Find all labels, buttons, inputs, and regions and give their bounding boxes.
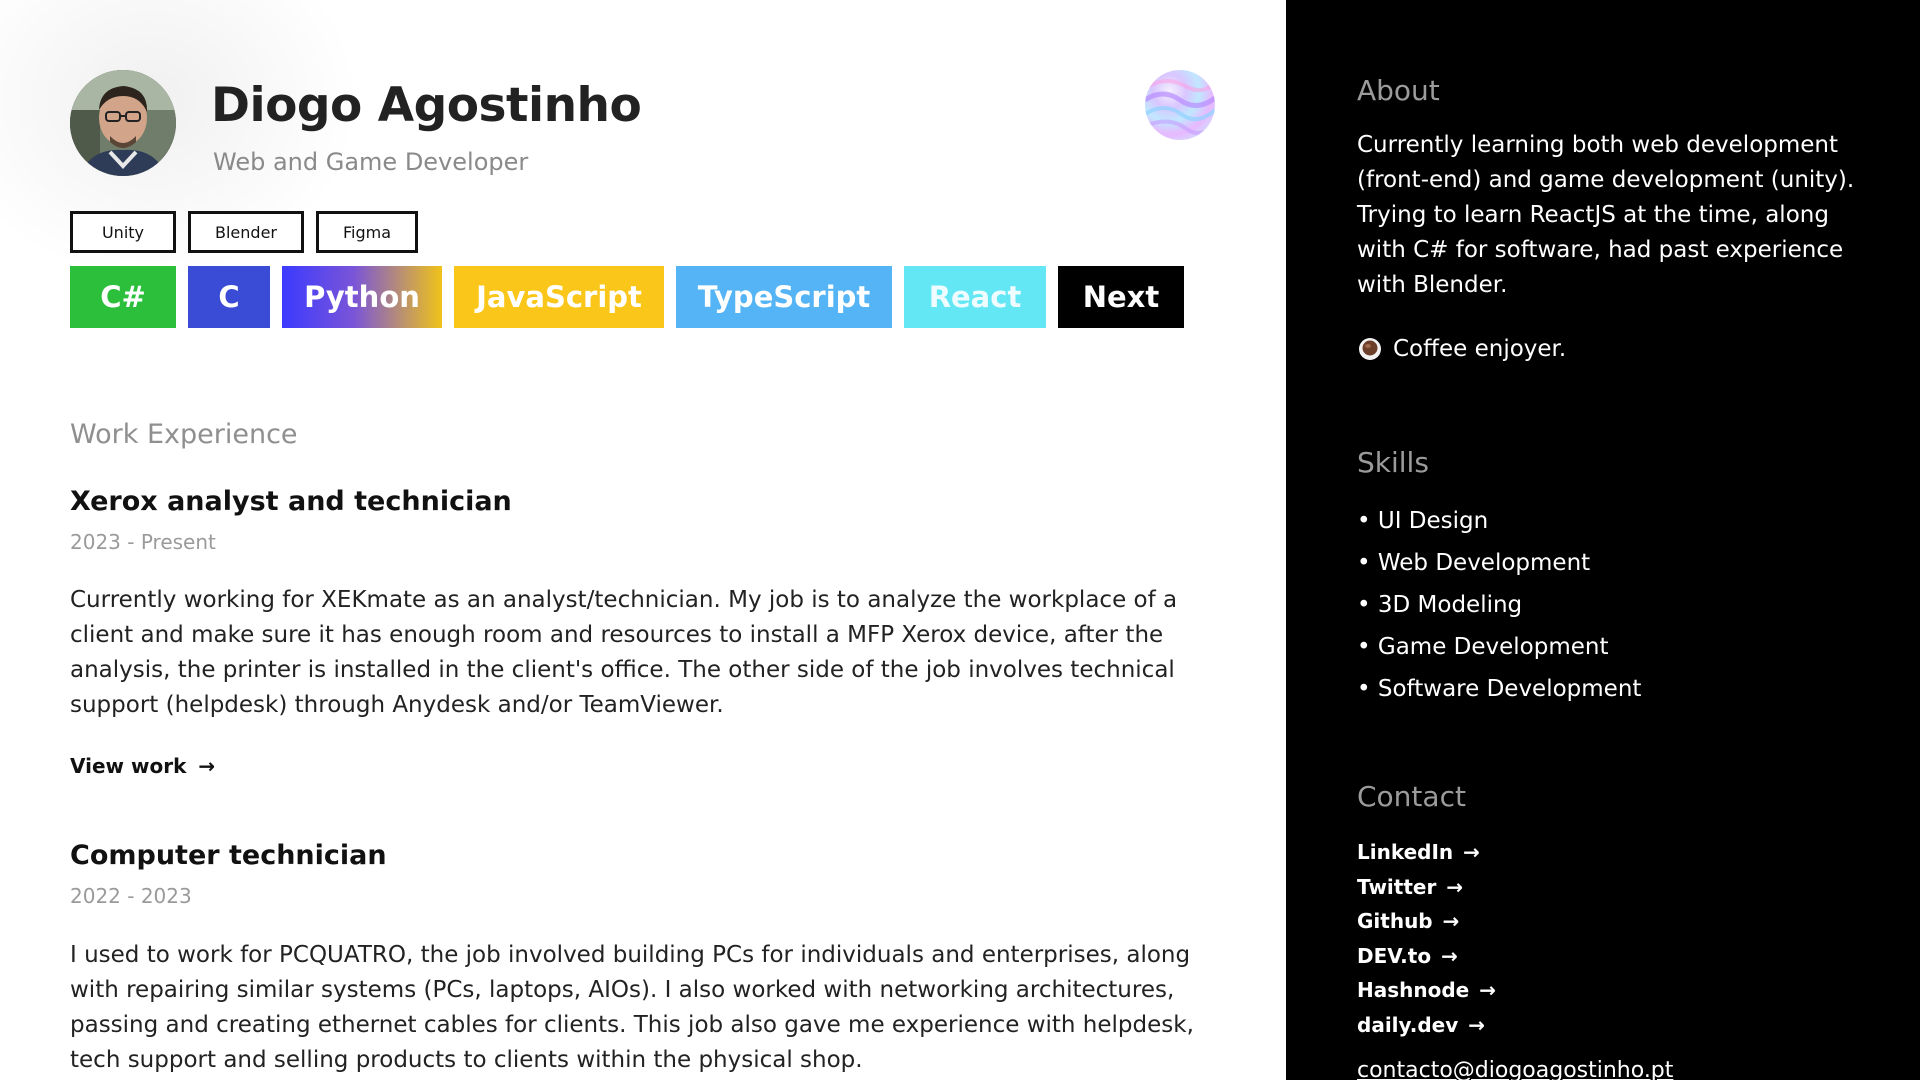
skill-item: • UI Design — [1357, 508, 1489, 534]
view-work-link[interactable]: View work → — [70, 754, 215, 778]
contact-link-hashnode[interactable]: Hashnode → — [1357, 973, 1496, 1008]
language-tags: C# C Python JavaScript TypeScript React … — [70, 266, 1184, 328]
coffee-line: Coffee enjoyer. — [1357, 336, 1566, 362]
contact-link-twitter[interactable]: Twitter → — [1357, 870, 1496, 905]
job-dates-xerox: 2023 - Present — [70, 530, 216, 554]
lang-typescript: TypeScript — [676, 266, 892, 328]
arrow-right-icon: → — [198, 754, 216, 778]
contact-label: LinkedIn — [1357, 840, 1454, 864]
skill-item: • Software Development — [1357, 676, 1642, 702]
lang-csharp: C# — [70, 266, 176, 328]
skill-item: • 3D Modeling — [1357, 592, 1523, 618]
arrow-right-icon: → — [1479, 978, 1497, 1003]
contact-title: Contact — [1357, 780, 1466, 813]
avatar — [70, 70, 176, 176]
skills-list: • UI Design • Web Development • 3D Model… — [1357, 500, 1641, 710]
contact-link-github[interactable]: Github → — [1357, 904, 1496, 939]
job-title-xerox: Xerox analyst and technician — [70, 486, 512, 517]
contact-link-dailydev[interactable]: daily.dev → — [1357, 1008, 1496, 1043]
job-description-computer-technician: I used to work for PCQUATRO, the job inv… — [70, 942, 1194, 1073]
about-text: Currently learning both web development … — [1357, 132, 1855, 298]
contact-label: daily.dev — [1357, 1012, 1459, 1037]
contact-link-devto[interactable]: DEV.to → — [1357, 939, 1496, 974]
profile-photo — [70, 70, 176, 176]
job-description-xerox: Currently working for XEKmate as an anal… — [70, 587, 1178, 718]
profile-name: Diogo Agostinho — [211, 78, 642, 133]
skill-item: • Game Development — [1357, 634, 1609, 660]
job-dates-computer-technician: 2022 - 2023 — [70, 884, 192, 908]
contact-link-linkedin[interactable]: LinkedIn → — [1357, 835, 1496, 870]
contact-label: Hashnode — [1357, 978, 1470, 1003]
job-title-computer-technician: Computer technician — [70, 840, 387, 871]
lang-c: C — [188, 266, 270, 328]
holographic-orb-icon — [1145, 70, 1215, 140]
tag-unity: Unity — [70, 211, 176, 253]
main-panel: Diogo Agostinho Web and Game Developer U… — [0, 0, 1286, 1080]
contact-list: LinkedIn → Twitter → Github → DEV.to → Hashn… — [1357, 835, 1496, 1043]
lang-javascript: JavaScript — [454, 266, 664, 328]
skills-title: Skills — [1357, 446, 1429, 479]
contact-label: DEV.to — [1357, 943, 1432, 968]
skill-item: • Web Development — [1357, 550, 1591, 576]
coffee-cup-icon — [1357, 336, 1383, 362]
about-title: About — [1357, 74, 1440, 107]
arrow-right-icon: → — [1442, 909, 1460, 934]
tag-figma: Figma — [316, 211, 418, 253]
profile-role: Web and Game Developer — [213, 148, 529, 176]
arrow-right-icon: → — [1446, 874, 1464, 899]
view-work-label: View work — [70, 754, 187, 778]
arrow-right-icon: → — [1463, 840, 1480, 864]
arrow-right-icon: → — [1441, 943, 1458, 968]
tag-blender: Blender — [188, 211, 304, 253]
tool-tags: Unity Blender Figma — [70, 211, 418, 253]
lang-react: React — [904, 266, 1046, 328]
contact-label: Github — [1357, 909, 1433, 934]
contact-label: Twitter — [1357, 874, 1437, 899]
lang-next: Next — [1058, 266, 1184, 328]
sidebar: About Currently learning both web develo… — [1286, 0, 1920, 1080]
email-link[interactable]: contacto@diogoagostinho.pt — [1357, 1058, 1673, 1080]
work-experience-title: Work Experience — [70, 419, 298, 450]
coffee-text: Coffee enjoyer. — [1393, 336, 1567, 362]
lang-python: Python — [282, 266, 442, 328]
arrow-right-icon: → — [1468, 1012, 1486, 1037]
